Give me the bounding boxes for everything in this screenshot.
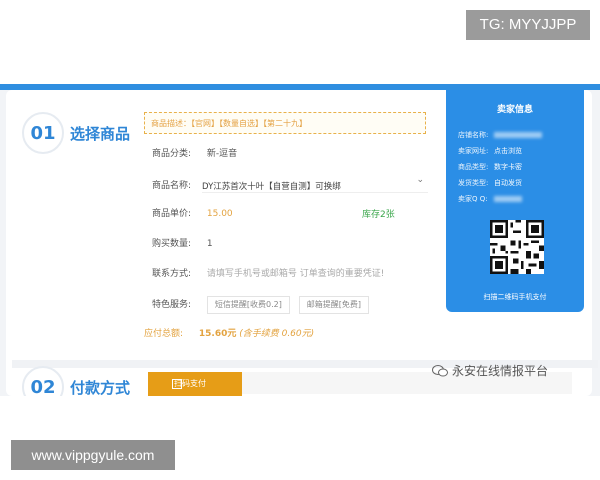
- step-title: 选择商品: [70, 124, 131, 143]
- site-label: 卖家网址:: [458, 147, 489, 155]
- seller-qq: 卖家Q Q:: [458, 194, 522, 204]
- wechat-watermark: 永安在线情报平台: [432, 362, 548, 379]
- total-row: 应付总额: 15.60元 (含手续费 0.60元): [144, 326, 314, 342]
- step-number-circle: 02: [22, 366, 64, 396]
- contact-label: 联系方式:: [152, 269, 192, 279]
- step-select-product: 01 选择商品: [22, 112, 130, 154]
- wechat-icon: [432, 364, 448, 376]
- seller-product-type: 商品类型: 数字卡密: [458, 162, 522, 172]
- price-row: 商品单价: 15.00: [152, 206, 233, 222]
- category-label: 商品分类:: [152, 149, 192, 159]
- watermark-text: 永安在线情报平台: [452, 364, 549, 378]
- stock-count: 库存2张: [362, 210, 395, 220]
- site-overlay-badge: www.vippgyule.com: [11, 440, 175, 470]
- service-label: 特色服务:: [152, 300, 192, 310]
- shop-name-label: 店铺名称:: [458, 131, 489, 139]
- step-payment-method: 02 付款方式: [22, 366, 130, 396]
- product-name-label: 商品名称:: [152, 181, 192, 191]
- scan-pay-button[interactable]: 扫码支付: [148, 372, 242, 396]
- step-number-circle: 01: [22, 112, 64, 154]
- product-select[interactable]: DY江苏首次十叶【自营自测】可换绑 ⌄: [202, 174, 428, 193]
- total-fee: (含手续费 0.60元): [239, 329, 315, 339]
- type-label: 商品类型:: [458, 163, 489, 171]
- step-title: 付款方式: [70, 378, 131, 397]
- tg-overlay-badge: TG: MYYJJPP: [466, 10, 590, 40]
- category-row[interactable]: 商品分类: 新-逗音: [152, 146, 237, 162]
- product-select-value: DY江苏首次十叶【自营自测】可换绑: [202, 182, 341, 192]
- ship-label: 发货类型:: [458, 179, 489, 187]
- contact-input[interactable]: 请填写手机号或邮箱号 订单查询的重要凭证!: [207, 269, 384, 279]
- product-name-row: 商品名称:: [152, 178, 204, 194]
- quantity-label: 购买数量:: [152, 239, 192, 249]
- product-description-notice: 商品描述：【官网】【数量自选】【第二十九】: [144, 112, 426, 134]
- category-value[interactable]: 新-逗音: [207, 149, 237, 159]
- seller-info-title: 卖家信息: [496, 105, 533, 115]
- contact-row: 联系方式: 请填写手机号或邮箱号 订单查询的重要凭证!: [152, 266, 384, 282]
- chevron-down-icon: ⌄: [416, 175, 424, 185]
- service-row: 特色服务: 短信提醒[收费0.2] 邮箱提醒[免费]: [152, 296, 375, 314]
- ship-value: 自动发货: [494, 179, 522, 187]
- qq-label: 卖家Q Q:: [458, 195, 488, 203]
- blurred-shop-name: [494, 132, 542, 138]
- price-label: 商品单价:: [152, 209, 192, 219]
- seller-site-link[interactable]: 点击浏览: [494, 147, 522, 155]
- qr-scan-icon: [172, 379, 182, 389]
- blurred-qq: [494, 196, 522, 202]
- email-reminder-button[interactable]: 邮箱提醒[免费]: [298, 296, 369, 314]
- qr-code-icon: [490, 220, 544, 274]
- purchase-panel: 01 选择商品 商品描述：【官网】【数量自选】【第二十九】 商品分类: 新-逗音…: [0, 84, 600, 396]
- quantity-row: 购买数量: 1: [152, 236, 213, 252]
- seller-site: 卖家网址: 点击浏览: [458, 146, 522, 156]
- sms-reminder-button[interactable]: 短信提醒[收费0.2]: [206, 296, 290, 314]
- scan-qr-hint: 扫描二维码手机支付: [483, 293, 547, 301]
- type-value: 数字卡密: [494, 163, 522, 171]
- seller-shop-name: 店铺名称:: [458, 130, 542, 140]
- price-value: 15.00: [206, 209, 233, 219]
- order-card: 01 选择商品 商品描述：【官网】【数量自选】【第二十九】 商品分类: 新-逗音…: [6, 90, 598, 396]
- total-value: 15.60元: [198, 329, 237, 339]
- seller-ship-type: 发货类型: 自动发货: [458, 178, 522, 188]
- quantity-input[interactable]: 1: [207, 239, 213, 249]
- seller-info-panel: 卖家信息 店铺名称: 卖家网址: 点击浏览 商品类型: 数字卡密 发货类型: 自动发货…: [446, 90, 584, 312]
- total-label: 应付总额:: [144, 329, 184, 339]
